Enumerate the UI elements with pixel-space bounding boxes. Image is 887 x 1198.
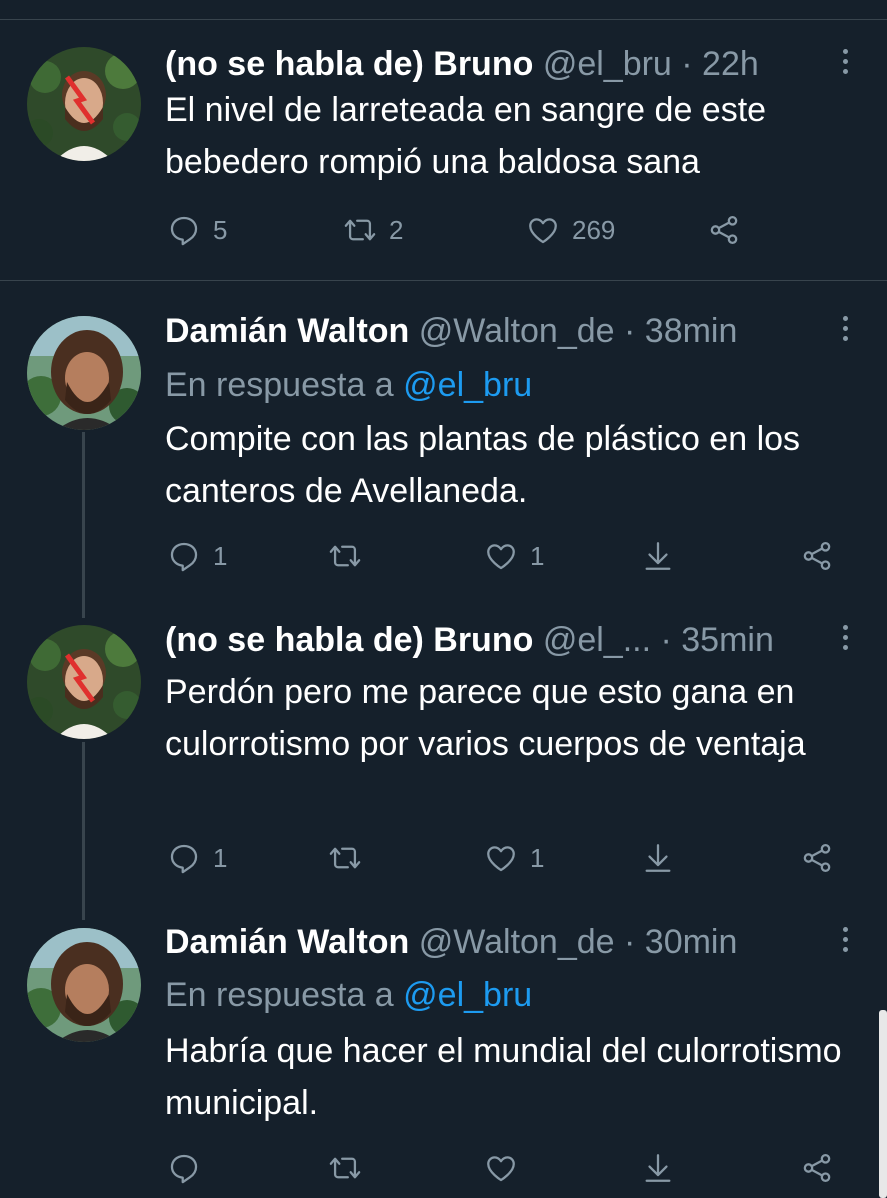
handle-time: @el_... · 35min — [542, 621, 774, 659]
download-button[interactable] — [641, 838, 675, 878]
action-bar — [0, 1148, 887, 1188]
reply-icon — [167, 841, 201, 875]
download-button[interactable] — [641, 1148, 675, 1188]
like-count: 269 — [572, 214, 616, 245]
reply-prefix: En respuesta a — [165, 976, 394, 1014]
tweet-header: (no se habla de) Bruno @el_... · 35min — [165, 620, 774, 660]
display-name[interactable]: (no se habla de) Bruno — [165, 621, 533, 659]
download-icon — [641, 841, 675, 875]
reply-button[interactable]: 1 — [167, 838, 227, 878]
tweet-header: Damián Walton @Walton_de · 30min — [165, 922, 737, 962]
tweet[interactable]: Damián Walton @Walton_de · 30min En resp… — [0, 910, 887, 1198]
more-icon[interactable] — [835, 44, 855, 84]
reply-icon — [167, 539, 201, 573]
avatar[interactable] — [27, 47, 141, 161]
like-button[interactable] — [484, 1148, 518, 1188]
more-icon[interactable] — [835, 922, 855, 962]
reply-icon — [167, 213, 201, 247]
more-icon[interactable] — [835, 620, 855, 660]
download-icon — [641, 539, 675, 573]
share-icon — [800, 841, 834, 875]
retweet-button[interactable]: 2 — [343, 210, 403, 250]
share-button[interactable] — [800, 1148, 834, 1188]
display-name[interactable]: Damián Walton — [165, 312, 409, 350]
like-button[interactable]: 269 — [526, 210, 615, 250]
tweet-header: (no se habla de) Bruno @el_bru · 22h — [165, 44, 759, 84]
reply-count: 1 — [213, 842, 228, 873]
action-bar: 1 1 — [0, 536, 887, 576]
avatar[interactable] — [27, 316, 141, 430]
avatar[interactable] — [27, 625, 141, 739]
reply-button[interactable] — [167, 1148, 201, 1188]
heart-icon — [484, 841, 518, 875]
tweet-text: El nivel de larreteada en sangre de este… — [165, 91, 767, 181]
display-name[interactable]: Damián Walton — [165, 923, 409, 961]
handle-time: @Walton_de · 38min — [418, 312, 738, 350]
retweet-icon — [328, 1151, 362, 1185]
heart-icon — [526, 213, 560, 247]
retweet-icon — [328, 539, 362, 573]
tweet[interactable]: Damián Walton @Walton_de · 38min En resp… — [0, 281, 887, 591]
retweet-button[interactable] — [328, 536, 362, 576]
action-bar: 1 1 — [0, 838, 887, 878]
reply-button[interactable]: 1 — [167, 536, 227, 576]
handle-time: @Walton_de · 30min — [418, 923, 738, 961]
heart-icon — [484, 1151, 518, 1185]
like-count: 1 — [530, 540, 545, 571]
share-icon — [800, 539, 834, 573]
share-button[interactable] — [800, 536, 834, 576]
share-icon — [800, 1151, 834, 1185]
reply-context: En respuesta a @el_bru — [165, 975, 532, 1015]
avatar[interactable] — [27, 928, 141, 1042]
like-button[interactable]: 1 — [484, 536, 544, 576]
tweet-text: Habría que hacer el mundial del culorrot… — [165, 1032, 842, 1122]
tweet-header: Damián Walton @Walton_de · 38min — [165, 311, 737, 351]
like-button[interactable]: 1 — [484, 838, 544, 878]
reply-count: 5 — [213, 214, 228, 245]
retweet-button[interactable] — [328, 838, 362, 878]
scrollbar[interactable] — [879, 1010, 887, 1198]
display-name[interactable]: (no se habla de) Bruno — [165, 45, 533, 83]
download-button[interactable] — [641, 536, 675, 576]
retweet-icon — [328, 841, 362, 875]
reply-count: 1 — [213, 540, 228, 571]
download-icon — [641, 1151, 675, 1185]
handle-time: @el_bru · 22h — [542, 45, 759, 83]
thread-line — [82, 742, 85, 920]
like-count: 1 — [530, 842, 545, 873]
action-bar: 5 2 269 — [0, 210, 887, 250]
reply-prefix: En respuesta a — [165, 366, 394, 404]
retweet-count: 2 — [389, 214, 404, 245]
mention-link[interactable]: @el_bru — [403, 976, 532, 1014]
retweet-button[interactable] — [328, 1148, 362, 1188]
more-icon[interactable] — [835, 311, 855, 351]
tweet-text: Perdón pero me parece que esto gana en c… — [165, 673, 806, 763]
share-button[interactable] — [800, 838, 834, 878]
retweet-icon — [343, 213, 377, 247]
tweet[interactable]: (no se habla de) Bruno @el_bru · 22h El … — [0, 0, 887, 280]
reply-button[interactable]: 5 — [167, 210, 227, 250]
thread-line — [82, 432, 85, 618]
share-icon — [707, 213, 741, 247]
heart-icon — [484, 539, 518, 573]
reply-context: En respuesta a @el_bru — [165, 365, 532, 405]
tweet-text: Compite con las plantas de plástico en l… — [165, 420, 801, 510]
reply-icon — [167, 1151, 201, 1185]
tweet[interactable]: (no se habla de) Bruno @el_... · 35min P… — [0, 600, 887, 910]
mention-link[interactable]: @el_bru — [403, 366, 532, 404]
share-button[interactable] — [707, 210, 741, 250]
